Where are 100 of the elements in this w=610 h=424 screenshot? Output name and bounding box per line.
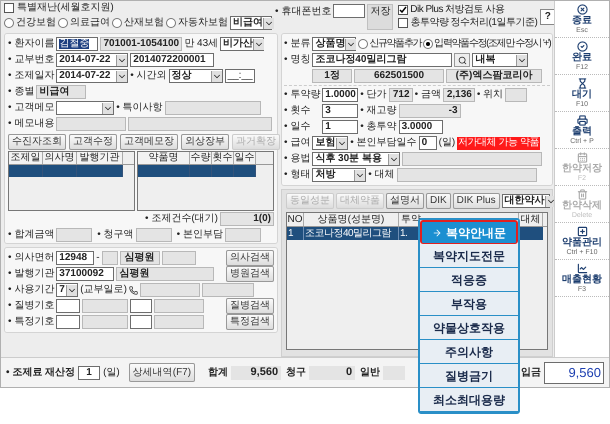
input-field[interactable]: 1 <box>78 366 100 380</box>
input-field[interactable]: 12948 <box>56 251 94 265</box>
input-field[interactable]: __:__ <box>224 69 255 83</box>
help-button[interactable]: ? <box>540 9 556 25</box>
input-field[interactable] <box>56 228 92 242</box>
input-field[interactable]: 9,560 <box>231 366 282 380</box>
search-button[interactable] <box>454 53 470 67</box>
selected-row-cell[interactable] <box>77 165 123 177</box>
dropdown[interactable]: 2014-07-22 <box>56 53 128 67</box>
save-button[interactable]: 저장 <box>367 4 394 30</box>
button[interactable]: 병원검색 <box>226 266 274 282</box>
dropdown[interactable]: 내복 <box>472 53 528 67</box>
menu-item[interactable]: 부작용 <box>420 292 518 316</box>
input-field[interactable]: 37100092 <box>56 267 114 281</box>
dropdown[interactable]: 비가산 <box>220 37 264 51</box>
menu-item[interactable]: 복약안내문 <box>420 220 518 244</box>
input-field[interactable] <box>140 283 200 297</box>
radio-button[interactable] <box>4 18 14 28</box>
input-field[interactable]: (주)엑스팜코리아 <box>446 69 542 83</box>
dropdown[interactable]: 2014-07-22 <box>56 69 128 83</box>
menu-item[interactable]: 주의사항 <box>420 340 518 364</box>
selected-row-cell[interactable] <box>212 165 234 177</box>
button[interactable]: 고객메모장 <box>120 134 178 150</box>
input-field[interactable] <box>136 228 172 242</box>
button[interactable]: 고객수정 <box>69 134 117 150</box>
input-field[interactable] <box>333 4 366 18</box>
input-field[interactable] <box>396 168 537 182</box>
radio-button[interactable] <box>423 39 434 49</box>
input-field[interactable]: 김철중 <box>56 37 98 51</box>
input-field[interactable] <box>505 88 528 102</box>
radio-button[interactable] <box>358 39 368 49</box>
checkbox[interactable] <box>4 3 14 13</box>
dropdown[interactable]: 정상 <box>168 69 223 83</box>
button[interactable]: 설명서 <box>386 193 424 209</box>
input-field[interactable] <box>56 117 126 131</box>
input-field[interactable]: 비급여 <box>36 85 86 99</box>
input-field[interactable]: 0 <box>418 136 437 150</box>
input-field[interactable] <box>224 228 261 242</box>
input-field[interactable] <box>202 283 254 297</box>
input-field[interactable]: 1 <box>322 120 358 134</box>
button[interactable]: 외상장부 <box>181 134 229 150</box>
input-field[interactable]: 662501500 <box>354 69 444 83</box>
input-field[interactable] <box>154 299 204 313</box>
dropdown[interactable]: 식후 30분 복용 <box>312 152 400 166</box>
selected-row-cell[interactable] <box>138 165 190 177</box>
dropdown[interactable]: 처방 <box>312 168 366 182</box>
input-field[interactable] <box>82 299 128 313</box>
input-field[interactable] <box>82 315 128 329</box>
input-field[interactable] <box>56 299 80 313</box>
dropdown[interactable] <box>56 101 114 115</box>
menu-item[interactable]: 적응증 <box>420 268 518 292</box>
input-field[interactable] <box>102 251 118 265</box>
input-field[interactable]: 1정 <box>312 69 352 83</box>
dropdown[interactable]: 7 <box>56 283 78 297</box>
menu-item[interactable]: 질병금기 <box>420 364 518 388</box>
checkbox[interactable] <box>398 18 408 28</box>
input-field[interactable] <box>130 315 152 329</box>
input-field[interactable]: 2014072200001 <box>130 53 214 67</box>
dropdown[interactable]: 상품명 <box>312 37 356 51</box>
radio-button[interactable] <box>166 18 176 28</box>
input-field[interactable]: 심평원 <box>116 267 214 281</box>
input-field[interactable]: -3 <box>398 104 461 118</box>
input-field[interactable] <box>162 251 196 265</box>
input-field[interactable]: 701001-1054100 <box>100 37 182 51</box>
button[interactable]: 상세내역(F7) <box>128 363 196 382</box>
button[interactable]: 의사검색 <box>226 250 274 266</box>
button[interactable]: 특정검색 <box>226 314 274 330</box>
table-cell[interactable]: 조코나정40밀리그람 <box>304 227 399 240</box>
menu-item[interactable]: 약물상호작용 <box>420 316 518 340</box>
table-cell[interactable]: 1 <box>287 227 304 240</box>
dropdown[interactable]: 비급여 <box>230 16 272 30</box>
button[interactable]: 수진자조회 <box>8 134 66 150</box>
input-field[interactable]: 3 <box>322 104 358 118</box>
input-field[interactable] <box>402 152 542 166</box>
menu-item[interactable]: 복약지도전문 <box>420 244 518 268</box>
input-field[interactable]: 1(0) <box>220 212 274 226</box>
input-field[interactable]: 712 <box>388 88 413 102</box>
checkbox[interactable] <box>398 5 408 15</box>
input-field[interactable]: 2,136 <box>442 88 475 102</box>
selected-row-cell[interactable] <box>43 165 77 177</box>
input-field[interactable]: 심평원 <box>120 251 160 265</box>
input-field[interactable] <box>130 299 152 313</box>
input-field[interactable]: 9,560 <box>544 362 604 384</box>
input-field[interactable] <box>128 117 272 131</box>
input-field[interactable]: 0 <box>309 366 356 380</box>
input-field[interactable] <box>154 315 204 329</box>
button[interactable]: 질병검색 <box>226 298 274 314</box>
selected-row-cell[interactable] <box>190 165 212 177</box>
input-field[interactable]: 조코나정40밀리그람 <box>312 53 452 67</box>
button[interactable]: DIK Plus <box>452 193 500 209</box>
input-field[interactable]: 3.0000 <box>398 120 443 134</box>
selected-row-cell[interactable] <box>9 165 43 177</box>
input-field[interactable]: 1.0000 <box>322 88 358 102</box>
radio-button[interactable] <box>58 18 68 28</box>
button[interactable]: DIK <box>426 193 451 209</box>
menu-item[interactable]: 최소최대용량 <box>420 388 518 412</box>
radio-button[interactable] <box>112 18 122 28</box>
selected-row-cell[interactable] <box>234 165 256 177</box>
input-field[interactable] <box>164 101 261 115</box>
input-field[interactable] <box>56 315 80 329</box>
